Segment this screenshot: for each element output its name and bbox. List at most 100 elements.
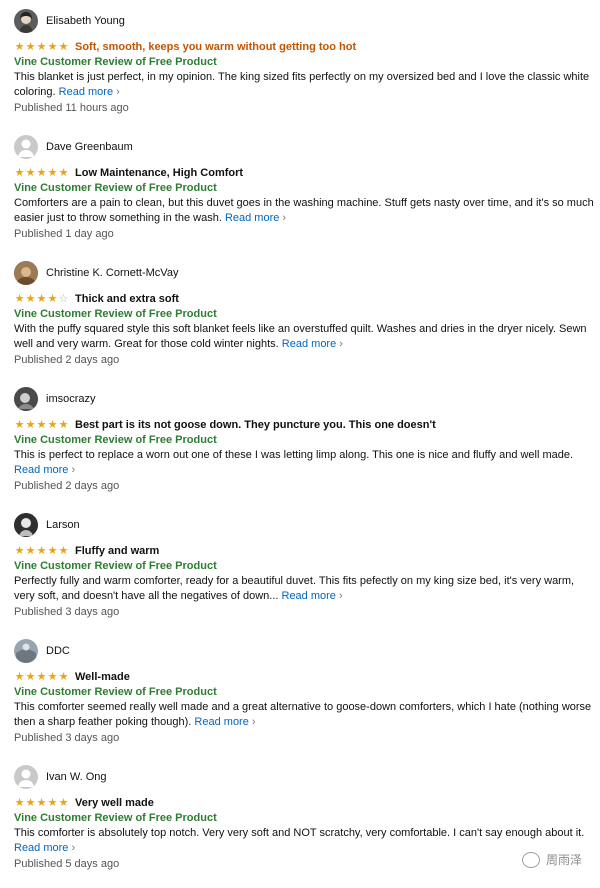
review-list: Elisabeth Young ★ ★ ★ ★ ★ Soft, smooth, keep…	[0, 6, 600, 888]
review-author[interactable]: Larson	[14, 510, 594, 540]
review-body: With the puffy squared style this soft b…	[14, 322, 596, 351]
star-icon: ★	[47, 419, 58, 431]
review-item: imsocrazy ★ ★ ★ ★ ★ Best part is its not goo…	[0, 384, 600, 510]
star-rating: ★ ★ ★ ★ ★	[14, 41, 69, 53]
avatar[interactable]	[14, 639, 38, 663]
star-icon: ★	[47, 293, 58, 305]
reviewer-name[interactable]: Elisabeth Young	[46, 15, 125, 27]
star-icon: ★	[14, 167, 25, 179]
review-title[interactable]: Very well made	[75, 797, 154, 809]
published-date: Published 3 days ago	[14, 732, 120, 744]
reviewer-name[interactable]: Ivan W. Ong	[46, 771, 107, 783]
review-item: Ivan W. Ong ★ ★ ★ ★ ★ Very well made Vine Cu…	[0, 762, 600, 888]
reviewer-name[interactable]: Dave Greenbaum	[46, 141, 133, 153]
avatar[interactable]	[14, 513, 38, 537]
review-item: DDC ★ ★ ★ ★ ★ Well-made Vine Customer Review…	[0, 636, 600, 762]
review-title[interactable]: Soft, smooth, keeps you warm without get…	[75, 41, 356, 53]
star-rating: ★ ★ ★ ★ ★	[14, 419, 69, 431]
star-icon: ★	[47, 167, 58, 179]
review-author[interactable]: Dave Greenbaum	[14, 132, 594, 162]
vine-badge: Vine Customer Review of Free Product	[14, 434, 217, 446]
published-date: Published 11 hours ago	[14, 102, 129, 114]
star-icon: ★	[47, 797, 58, 809]
vine-badge: Vine Customer Review of Free Product	[14, 56, 217, 68]
review-body: This comforter is absolutely top notch. …	[14, 826, 596, 855]
review-item: Elisabeth Young ★ ★ ★ ★ ★ Soft, smooth, keep…	[0, 6, 600, 132]
reviewer-name[interactable]: imsocrazy	[46, 393, 96, 405]
star-icon: ★	[25, 419, 36, 431]
star-icon: ★	[36, 797, 47, 809]
star-icon: ★	[14, 293, 25, 305]
read-more-link[interactable]: Read more	[225, 212, 286, 224]
star-icon: ★	[36, 545, 47, 557]
star-icon: ★	[47, 41, 58, 53]
review-text: This is perfect to replace a worn out on…	[14, 449, 574, 461]
avatar[interactable]	[14, 261, 38, 285]
star-icon: ★	[58, 545, 69, 557]
vine-badge: Vine Customer Review of Free Product	[14, 182, 217, 194]
default-user-icon[interactable]	[14, 765, 38, 789]
star-icon: ★	[58, 797, 69, 809]
star-icon: ★	[14, 671, 25, 683]
published-date: Published 3 days ago	[14, 606, 120, 618]
avatar[interactable]	[14, 9, 38, 33]
star-icon: ★	[25, 41, 36, 53]
star-empty-icon: ☆	[58, 293, 69, 305]
review-title[interactable]: Well-made	[75, 671, 130, 683]
star-icon: ★	[36, 671, 47, 683]
review-text: This comforter is absolutely top notch. …	[14, 827, 585, 839]
star-icon: ★	[58, 419, 69, 431]
read-more-link[interactable]: Read more	[282, 590, 343, 602]
review-item: Christine K. Cornett-McVay ★ ★ ★ ★ ☆ Thick a…	[0, 258, 600, 384]
star-icon: ★	[58, 41, 69, 53]
vine-badge: Vine Customer Review of Free Product	[14, 308, 217, 320]
star-icon: ★	[58, 671, 69, 683]
review-body: This comforter seemed really well made a…	[14, 700, 596, 729]
review-author[interactable]: Elisabeth Young	[14, 6, 594, 36]
review-text: This comforter seemed really well made a…	[14, 701, 592, 728]
review-author[interactable]: imsocrazy	[14, 384, 594, 414]
review-author[interactable]: Christine K. Cornett-McVay	[14, 258, 594, 288]
avatar[interactable]	[14, 387, 38, 411]
star-icon: ★	[47, 545, 58, 557]
default-user-icon[interactable]	[14, 135, 38, 159]
read-more-link[interactable]: Read more	[14, 464, 75, 476]
review-title[interactable]: Best part is its not goose down. They pu…	[75, 419, 436, 431]
star-icon: ★	[14, 545, 25, 557]
reviewer-name[interactable]: Christine K. Cornett-McVay	[46, 267, 178, 279]
star-icon: ★	[36, 419, 47, 431]
review-title[interactable]: Thick and extra soft	[75, 293, 179, 305]
star-icon: ★	[25, 797, 36, 809]
reviewer-name[interactable]: DDC	[46, 645, 70, 657]
wechat-icon	[521, 851, 540, 868]
star-icon: ★	[36, 293, 47, 305]
review-body: This blanket is just perfect, in my opin…	[14, 70, 596, 99]
review-title[interactable]: Low Maintenance, High Comfort	[75, 167, 243, 179]
review-author[interactable]: DDC	[14, 636, 594, 666]
published-date: Published 2 days ago	[14, 354, 120, 366]
review-item: Larson ★ ★ ★ ★ ★ Fluffy and warm Vine Custom…	[0, 510, 600, 636]
read-more-link[interactable]: Read more	[194, 716, 255, 728]
star-icon: ★	[36, 41, 47, 53]
watermark: 周雨泽	[521, 851, 582, 868]
star-icon: ★	[58, 167, 69, 179]
vine-badge: Vine Customer Review of Free Product	[14, 812, 217, 824]
review-body: This is perfect to replace a worn out on…	[14, 448, 596, 477]
star-icon: ★	[25, 671, 36, 683]
star-icon: ★	[25, 293, 36, 305]
star-icon: ★	[25, 545, 36, 557]
star-icon: ★	[36, 167, 47, 179]
star-icon: ★	[14, 419, 25, 431]
watermark-text: 周雨泽	[545, 853, 582, 867]
review-author[interactable]: Ivan W. Ong	[14, 762, 594, 792]
star-rating: ★ ★ ★ ★ ★	[14, 167, 69, 179]
star-icon: ★	[47, 671, 58, 683]
review-title[interactable]: Fluffy and warm	[75, 545, 159, 557]
published-date: Published 5 days ago	[14, 858, 120, 870]
read-more-link[interactable]: Read more	[282, 338, 343, 350]
star-rating: ★ ★ ★ ★ ★	[14, 671, 69, 683]
review-body: Perfectly fully and warm comforter, read…	[14, 574, 596, 603]
read-more-link[interactable]: Read more	[14, 842, 75, 854]
read-more-link[interactable]: Read more	[59, 86, 120, 98]
reviewer-name[interactable]: Larson	[46, 519, 80, 531]
